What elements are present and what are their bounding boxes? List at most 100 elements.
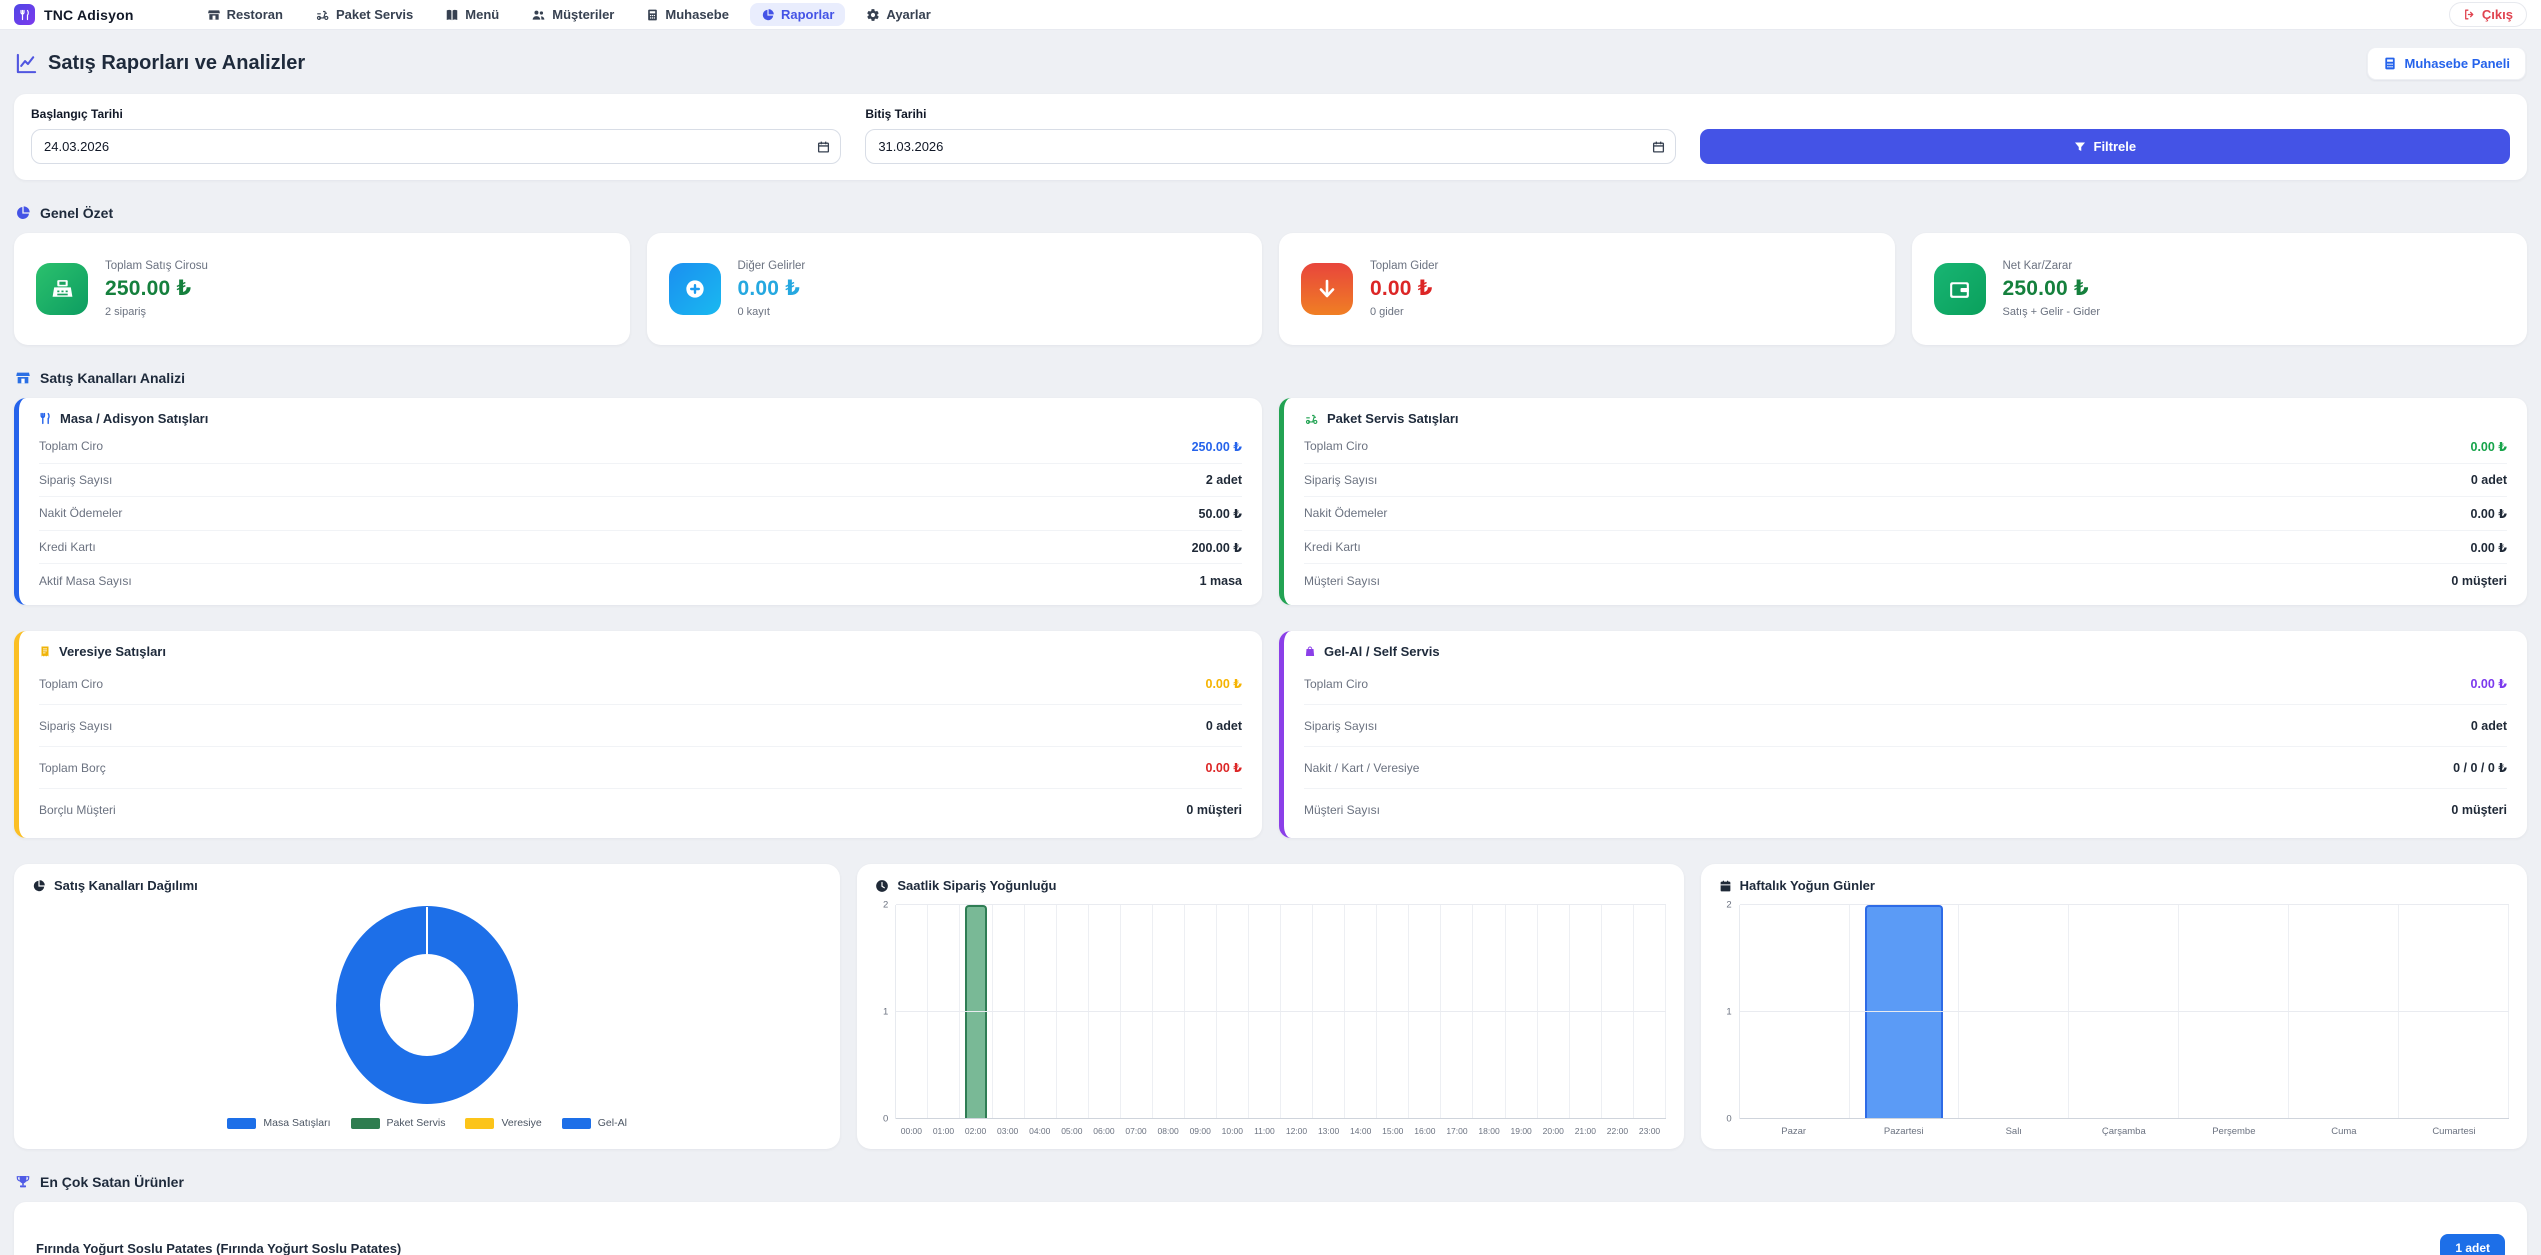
calculator-icon — [2383, 56, 2397, 71]
panel-paket-servis: Paket Servis Satışları Toplam Ciro0.00 ₺… — [1279, 398, 2527, 605]
bar — [1865, 905, 1943, 1119]
cash-register-icon — [36, 263, 88, 315]
date-filter-card: Başlangıç Tarihi Bitiş Tarihi Filtrele — [14, 94, 2527, 180]
donut-slice-border — [426, 907, 428, 954]
page-title: Satış Raporları ve Analizler — [15, 52, 305, 75]
channels-section-header: Satış Kanalları Analizi — [0, 370, 2541, 386]
clock-icon — [875, 879, 889, 893]
top-product-row: Fırında Yoğurt Soslu Patates (Fırında Yo… — [14, 1202, 2527, 1255]
stat-row: Toplam Ciro250.00 ₺ — [39, 430, 1242, 464]
summary-card-toplam-gider: Toplam Gider 0.00 ₺ 0 gider — [1279, 233, 1895, 345]
weekly-chart-card: Haftalık Yoğun Günler 012 PazarPazartesi… — [1701, 864, 2527, 1149]
stat-row: Toplam Ciro0.00 ₺ — [1304, 430, 2507, 464]
legend-item[interactable]: Veresiye — [465, 1117, 541, 1129]
nav-item-menu[interactable]: Menü — [434, 3, 510, 26]
legend-item[interactable]: Paket Servis — [351, 1117, 446, 1129]
calendar-icon[interactable] — [817, 140, 830, 153]
stat-row: Toplam Ciro0.00 ₺ — [39, 663, 1242, 705]
summary-section-header: Genel Özet — [0, 205, 2541, 221]
nav-item-paket-servis[interactable]: Paket Servis — [304, 3, 424, 26]
brand: TNC Adisyon — [14, 4, 134, 25]
nav-item-musteriler[interactable]: Müşteriler — [520, 3, 625, 26]
calendar-icon[interactable] — [1652, 140, 1665, 153]
stat-row: Sipariş Sayısı0 adet — [39, 705, 1242, 747]
summary-card-toplam-satis: Toplam Satış Cirosu 250.00 ₺ 2 sipariş — [14, 233, 630, 345]
storefront-icon — [15, 370, 31, 386]
chart-line-icon — [15, 52, 38, 75]
donut-chart-card: Satış Kanalları Dağılımı Masa SatışlarıP… — [14, 864, 840, 1149]
stat-row: Kredi Kartı200.00 ₺ — [39, 531, 1242, 565]
chart-legend: Masa Satışları Paket Servis Veresiye Gel-Al — [32, 1117, 822, 1137]
trophy-icon — [15, 1174, 31, 1190]
users-icon — [531, 8, 546, 22]
gear-icon — [866, 8, 880, 22]
start-date-label: Başlangıç Tarihi — [31, 107, 841, 121]
end-date-input[interactable] — [865, 129, 1675, 164]
donut-chart — [336, 906, 518, 1104]
nav-item-ayarlar[interactable]: Ayarlar — [855, 3, 941, 26]
receipt-icon — [39, 645, 51, 658]
menu-book-icon — [445, 8, 459, 22]
stat-row: Nakit / Kart / Veresiye0 / 0 / 0 ₺ — [1304, 747, 2507, 789]
fork-knife-icon — [39, 412, 52, 425]
filter-button[interactable]: Filtrele — [1700, 129, 2510, 164]
scooter-icon — [315, 8, 330, 22]
summary-card-diger-gelirler: Diğer Gelirler 0.00 ₺ 0 kayıt — [647, 233, 1263, 345]
start-date-field: Başlangıç Tarihi — [31, 107, 841, 164]
wallet-icon — [1934, 263, 1986, 315]
panel-masa-adisyon: Masa / Adisyon Satışları Toplam Ciro250.… — [14, 398, 1262, 605]
charts-row: Satış Kanalları Dağılımı Masa SatışlarıP… — [14, 864, 2527, 1149]
nav-item-restoran[interactable]: Restoran — [196, 3, 294, 26]
pie-chart-icon — [15, 205, 31, 221]
stat-row: Nakit Ödemeler50.00 ₺ — [39, 497, 1242, 531]
channel-panels: Masa / Adisyon Satışları Toplam Ciro250.… — [14, 398, 2527, 838]
hourly-bar-chart: 012 00:0001:0002:0003:0004:0005:0006:000… — [875, 905, 1665, 1137]
funnel-icon — [2074, 141, 2086, 153]
arrow-down-icon — [1301, 263, 1353, 315]
end-date-label: Bitiş Tarihi — [865, 107, 1675, 121]
pie-chart-icon — [32, 879, 46, 893]
summary-card-net-kar: Net Kar/Zarar 250.00 ₺ Satış + Gelir - G… — [1912, 233, 2528, 345]
stat-row: Müşteri Sayısı0 müşteri — [1304, 789, 2507, 830]
summary-value: 0.00 ₺ — [1370, 276, 1438, 301]
panel-veresiye: Veresiye Satışları Toplam Ciro0.00 ₺ Sip… — [14, 631, 1262, 838]
page-header: Satış Raporları ve Analizler Muhasebe Pa… — [0, 47, 2541, 80]
summary-value: 250.00 ₺ — [2003, 276, 2101, 301]
stat-row: Toplam Ciro0.00 ₺ — [1304, 663, 2507, 705]
stat-row: Toplam Borç0.00 ₺ — [39, 747, 1242, 789]
stat-row: Nakit Ödemeler0.00 ₺ — [1304, 497, 2507, 531]
panel-gel-al: Gel-Al / Self Servis Toplam Ciro0.00 ₺ S… — [1279, 631, 2527, 838]
summary-value: 0.00 ₺ — [738, 276, 806, 301]
storefront-icon — [207, 8, 221, 22]
brand-logo — [14, 4, 35, 25]
donut-hole — [380, 954, 474, 1056]
calendar-icon — [1719, 879, 1732, 893]
end-date-field: Bitiş Tarihi — [865, 107, 1675, 164]
scooter-icon — [1304, 412, 1319, 426]
top-products-section-header: En Çok Satan Ürünler — [0, 1174, 2541, 1190]
stat-row: Kredi Kartı0.00 ₺ — [1304, 531, 2507, 565]
hourly-chart-card: Saatlik Sipariş Yoğunluğu 012 00:0001:00… — [857, 864, 1683, 1149]
nav-item-raporlar[interactable]: Raporlar — [750, 3, 845, 26]
brand-name: TNC Adisyon — [44, 7, 134, 23]
stat-row: Sipariş Sayısı0 adet — [1304, 464, 2507, 498]
legend-item[interactable]: Gel-Al — [562, 1117, 627, 1129]
start-date-input[interactable] — [31, 129, 841, 164]
muhasebe-paneli-button[interactable]: Muhasebe Paneli — [2367, 47, 2526, 80]
quantity-badge: 1 adet — [2440, 1234, 2505, 1255]
legend-item[interactable]: Masa Satışları — [227, 1117, 330, 1129]
top-navbar: TNC Adisyon Restoran Paket Servis Menü M… — [0, 0, 2541, 30]
stat-row: Sipariş Sayısı0 adet — [1304, 705, 2507, 747]
logout-button[interactable]: Çıkış — [2449, 2, 2527, 27]
nav-item-muhasebe[interactable]: Muhasebe — [635, 3, 740, 26]
pie-chart-icon — [761, 8, 775, 22]
fork-knife-icon — [19, 9, 31, 21]
logout-icon — [2463, 8, 2476, 21]
circle-plus-icon — [669, 263, 721, 315]
product-name: Fırında Yoğurt Soslu Patates (Fırında Yo… — [36, 1241, 401, 1255]
stat-row: Müşteri Sayısı0 müşteri — [1304, 564, 2507, 597]
calculator-icon — [646, 8, 659, 22]
stat-row: Borçlu Müşteri0 müşteri — [39, 789, 1242, 830]
summary-cards: Toplam Satış Cirosu 250.00 ₺ 2 sipariş D… — [14, 233, 2527, 345]
weekly-bar-chart: 012 PazarPazartesiSalıÇarşambaPerşembeCu… — [1719, 905, 2509, 1137]
